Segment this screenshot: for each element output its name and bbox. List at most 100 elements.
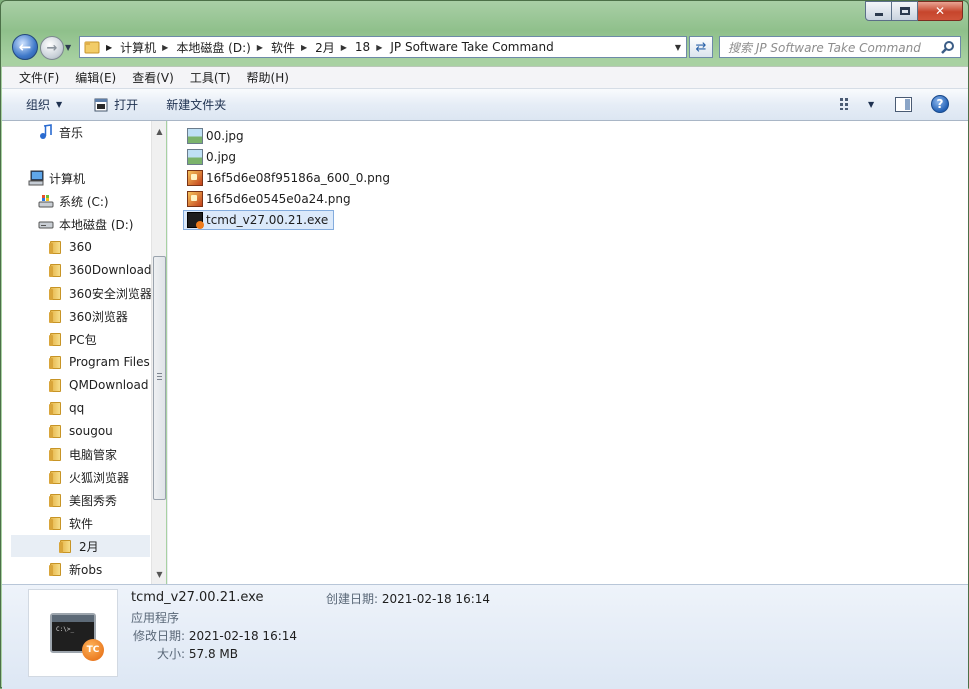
breadcrumb-separator[interactable]: ▶ <box>376 43 382 52</box>
nav-item-folder[interactable]: PC包 <box>48 328 97 350</box>
nav-item-label: 软件 <box>69 516 94 531</box>
search-icon[interactable] <box>941 40 955 54</box>
address-bar[interactable]: ▶ 计算机 ▶ 本地磁盘 (D:) ▶ 软件 ▶ 2月 ▶ 18 ▶ JP Softwar… <box>79 36 687 58</box>
details-file-type: 应用程序 <box>131 611 180 625</box>
folder-icon <box>48 561 64 577</box>
open-label: 打开 <box>114 98 139 112</box>
drive-icon <box>38 221 54 229</box>
scroll-up-icon[interactable]: ▲ <box>152 123 166 139</box>
chevron-down-icon[interactable]: ▼ <box>868 100 874 109</box>
folder-icon <box>48 285 64 301</box>
file-name: 00.jpg <box>206 129 244 143</box>
nav-item-music[interactable]: 音乐 <box>38 121 83 143</box>
navigation-row: ← → ▼ ▶ 计算机 ▶ 本地磁盘 (D:) ▶ 软件 ▶ 2月 ▶ 18 ▶ JP S… <box>1 31 968 63</box>
recent-pages-dropdown[interactable]: ▼ <box>65 43 73 52</box>
nav-item-folder[interactable]: 360安全浏览器 <box>48 282 152 304</box>
forward-button[interactable]: → <box>40 36 64 60</box>
close-button[interactable]: ✕ <box>918 1 963 21</box>
nav-item-folder[interactable]: 360 <box>48 236 92 258</box>
nav-scrollbar[interactable]: ▲ ▼ <box>151 121 166 584</box>
folder-icon <box>48 423 64 439</box>
music-icon <box>40 124 52 139</box>
file-item[interactable]: 0.jpg <box>184 147 241 167</box>
breadcrumb-separator[interactable]: ▶ <box>106 43 112 52</box>
breadcrumb-label: 18 <box>354 40 371 54</box>
nav-item-folder[interactable]: 美图秀秀 <box>48 489 117 511</box>
breadcrumb-item[interactable]: 18 ▶ <box>355 40 390 54</box>
nav-item-folder[interactable]: qq <box>48 397 84 419</box>
menu-file[interactable]: 文件(F) <box>19 69 59 86</box>
refresh-icon: ⇄ <box>695 39 707 55</box>
nav-item-folder[interactable]: QMDownload <box>48 374 148 396</box>
breadcrumb-separator[interactable]: ▶ <box>301 43 307 52</box>
nav-item-label: 360安全浏览器 <box>69 286 152 301</box>
maximize-button[interactable] <box>892 1 918 21</box>
nav-item-drive-d[interactable]: 本地磁盘 (D:) <box>38 213 133 235</box>
file-item[interactable]: 16f5d6e08f95186a_600_0.png <box>184 168 395 188</box>
nav-item-label: PC包 <box>69 332 97 347</box>
file-item-selected[interactable]: tcmd_v27.00.21.exe <box>183 210 335 230</box>
file-item[interactable]: 16f5d6e0545e0a24.png <box>184 189 356 209</box>
nav-item-label: 360Downloads <box>69 263 158 277</box>
new-folder-button[interactable]: 新建文件夹 <box>166 96 226 113</box>
help-icon: ? <box>936 97 944 111</box>
details-created: 创建日期: 2021-02-18 16:14 <box>326 590 490 607</box>
menu-tools[interactable]: 工具(T) <box>190 69 231 86</box>
nav-item-label: 360浏览器 <box>69 309 128 324</box>
nav-item-label: 电脑管家 <box>69 447 118 462</box>
breadcrumb-item[interactable]: 软件 ▶ <box>271 39 315 56</box>
nav-item-folder[interactable]: 新obs <box>48 558 102 580</box>
open-button[interactable]: 打开 <box>94 96 138 113</box>
nav-item-folder[interactable]: Program Files <box>48 351 150 373</box>
breadcrumb-item[interactable]: 2月 ▶ <box>315 39 355 56</box>
breadcrumb-item[interactable]: 本地磁盘 (D:) ▶ <box>176 39 271 56</box>
nav-item-label: 音乐 <box>59 125 84 140</box>
back-button[interactable]: ← <box>12 34 38 60</box>
nav-item-label: 本地磁盘 (D:) <box>59 217 134 232</box>
change-view-button[interactable]: ▼ <box>840 98 874 110</box>
nav-item-folder[interactable]: 软件 <box>48 512 93 534</box>
nav-item-folder[interactable]: 电脑管家 <box>48 443 117 465</box>
nav-item-label: 2月 <box>79 539 99 554</box>
nav-item-drive-c[interactable]: 系统 (C:) <box>38 190 109 212</box>
nav-item-label: 新obs <box>69 562 103 577</box>
breadcrumb-item[interactable]: JP Software Take Command <box>390 40 553 54</box>
scroll-down-icon[interactable]: ▼ <box>152 566 166 582</box>
breadcrumb-label: 本地磁盘 (D:) <box>176 40 251 55</box>
tc-badge: TC <box>82 639 104 661</box>
file-list: 00.jpg 0.jpg 16f5d6e08f95186a_600_0.png … <box>167 121 968 584</box>
created-value: 2021-02-18 16:14 <box>381 592 491 606</box>
forward-arrow-icon: → <box>46 40 58 56</box>
nav-item-folder[interactable]: 360Downloads <box>48 259 158 281</box>
breadcrumb-label: 计算机 <box>120 40 157 55</box>
size-value: 57.8 MB <box>188 647 238 661</box>
breadcrumb-separator[interactable]: ▶ <box>162 43 168 52</box>
file-item[interactable]: 00.jpg <box>184 126 249 146</box>
folder-icon <box>48 515 64 531</box>
created-label: 创建日期: <box>326 592 379 606</box>
menu-edit[interactable]: 编辑(E) <box>75 69 116 86</box>
refresh-button[interactable]: ⇄ <box>689 36 713 58</box>
menu-help[interactable]: 帮助(H) <box>247 69 289 86</box>
breadcrumb-separator[interactable]: ▶ <box>341 43 347 52</box>
modified-value: 2021-02-18 16:14 <box>188 629 298 643</box>
breadcrumb-item[interactable]: 计算机 ▶ <box>120 39 176 56</box>
nav-item-folder[interactable]: 火狐浏览器 <box>48 466 129 488</box>
address-dropdown-button[interactable]: ▼ <box>670 43 686 52</box>
nav-item-folder-selected[interactable]: 2月 <box>11 535 150 557</box>
scroll-thumb[interactable] <box>153 256 166 500</box>
preview-pane-button[interactable] <box>895 97 912 112</box>
nav-item-folder[interactable]: sougou <box>48 420 113 442</box>
help-button[interactable]: ? <box>931 95 949 113</box>
organize-button[interactable]: 组织 ▼ <box>26 96 62 113</box>
search-input[interactable]: 搜索 JP Software Take Command <box>719 36 961 58</box>
nav-item-computer[interactable]: 计算机 <box>28 167 85 189</box>
minimize-button[interactable] <box>865 1 892 21</box>
nav-item-folder[interactable]: 360浏览器 <box>48 305 128 327</box>
minimize-icon <box>874 12 883 16</box>
folder-icon <box>48 400 64 416</box>
breadcrumb-separator[interactable]: ▶ <box>257 43 263 52</box>
jpg-file-icon <box>187 149 203 165</box>
menu-view[interactable]: 查看(V) <box>132 69 174 86</box>
system-drive-icon <box>38 195 54 208</box>
